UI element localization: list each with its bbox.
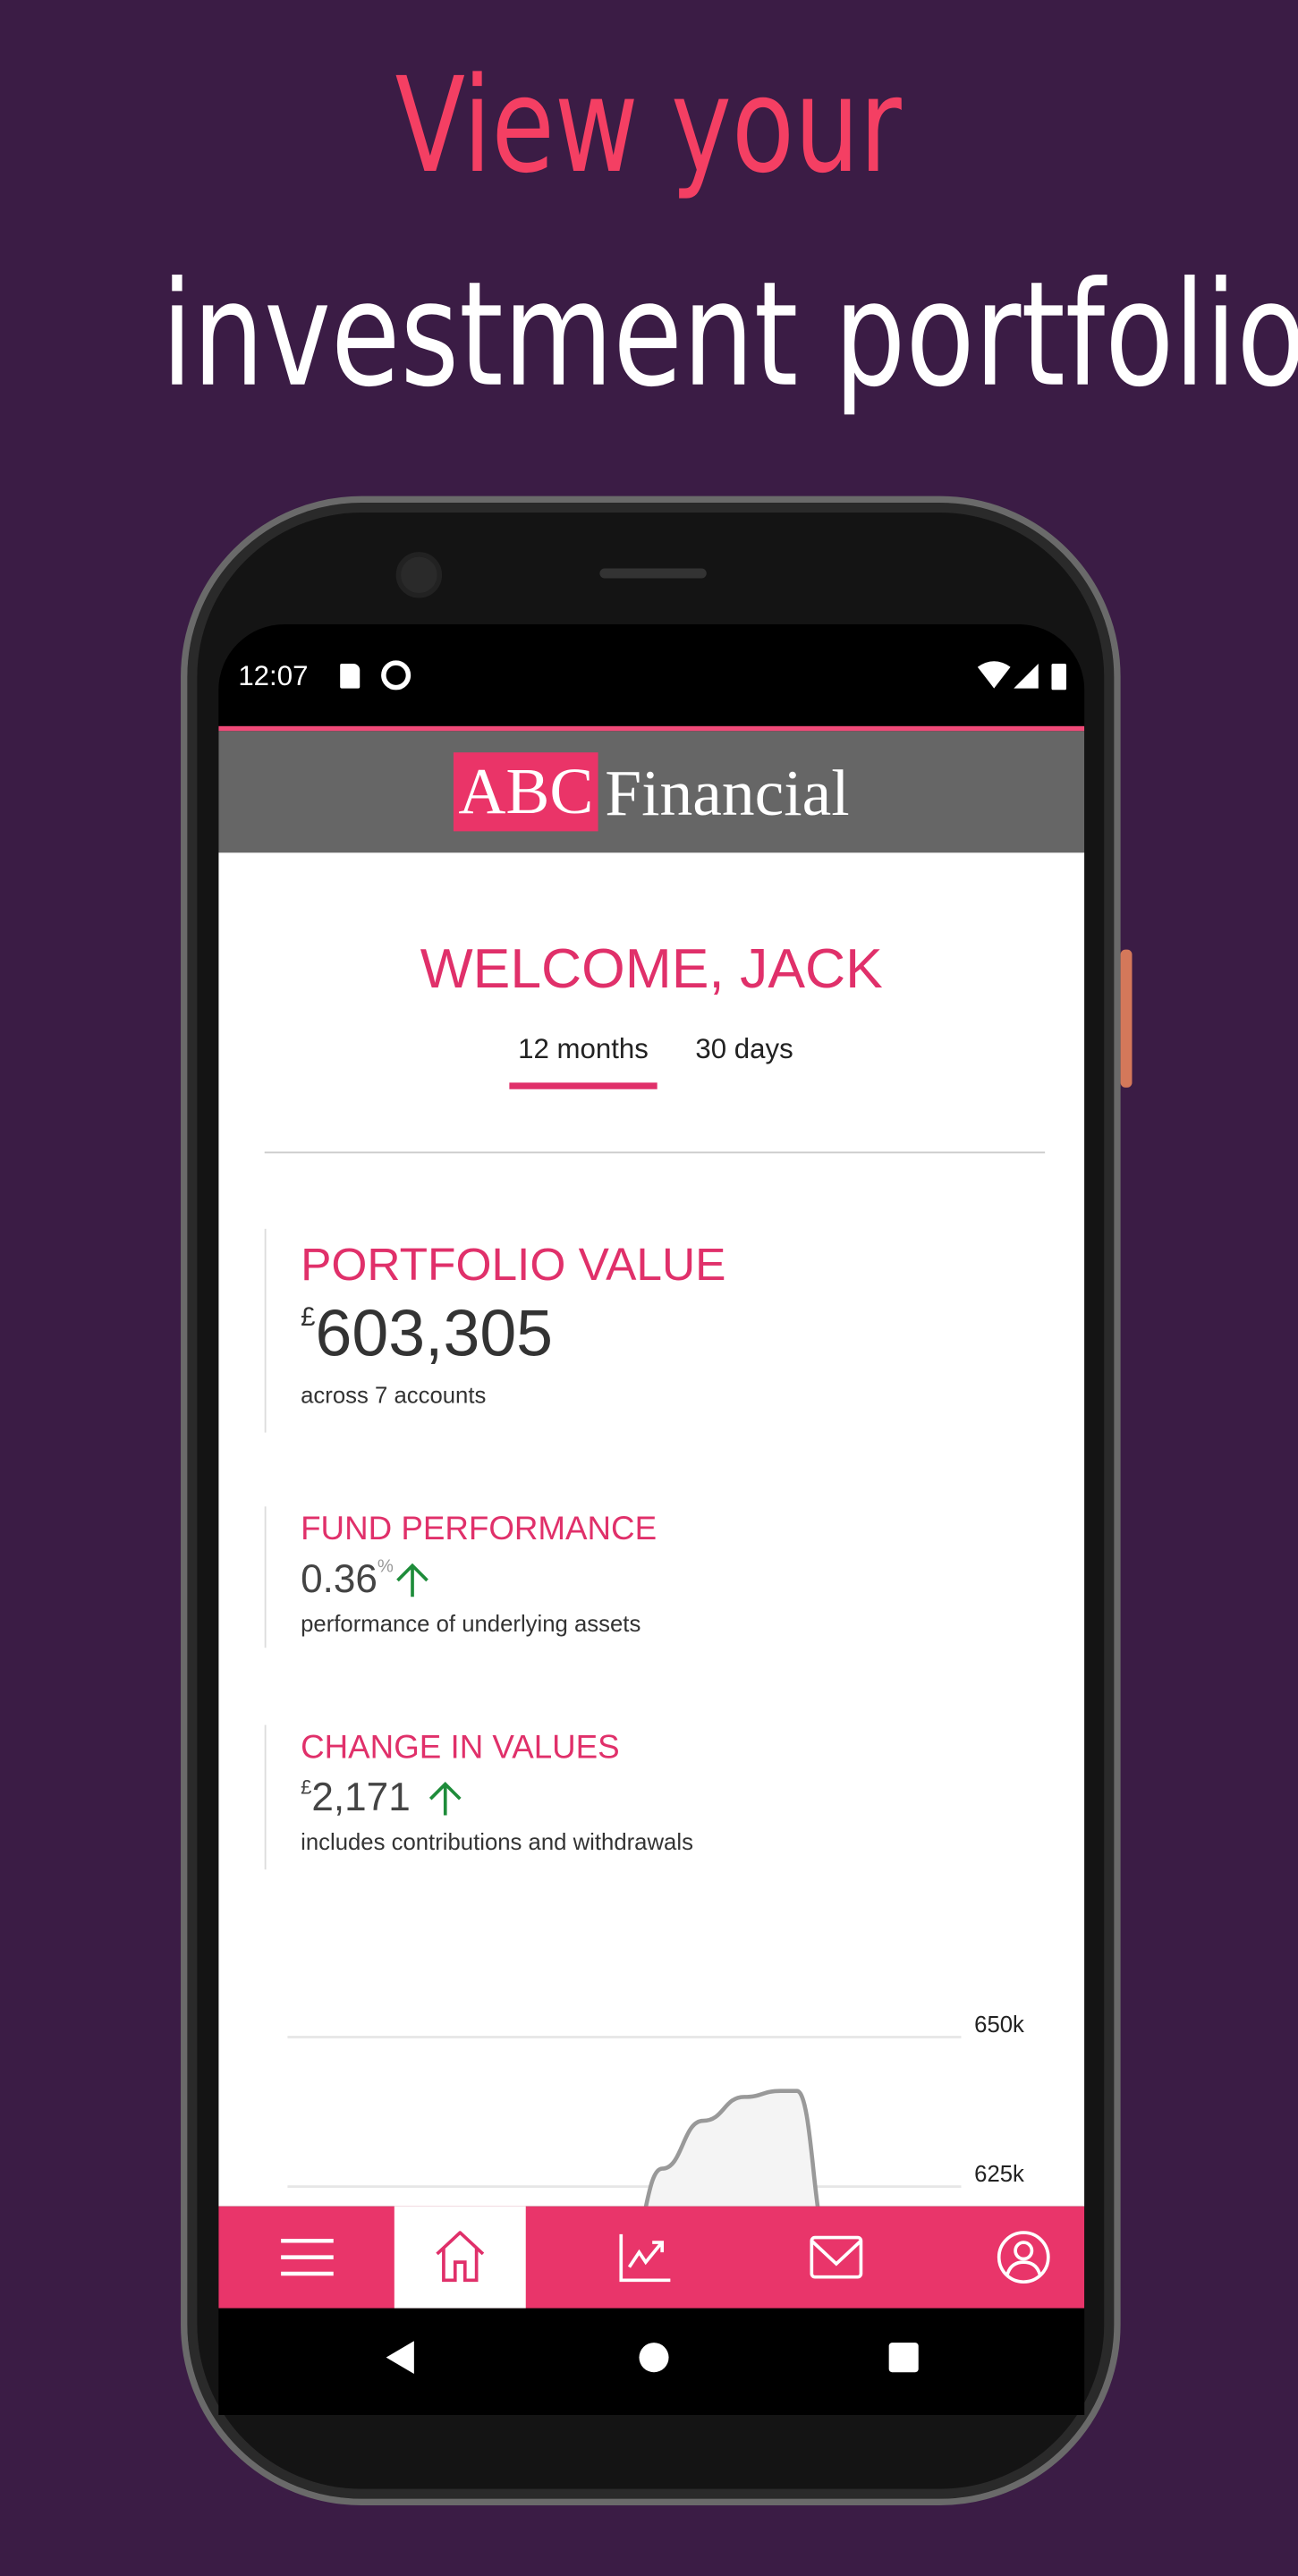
back-button <box>386 2341 414 2375</box>
tab-12-months[interactable]: 12 months <box>509 1033 657 1089</box>
speaker <box>599 568 707 579</box>
nav-home[interactable] <box>394 2206 526 2309</box>
home-icon <box>436 2231 485 2283</box>
currency: £ <box>301 1775 312 1800</box>
screen: 12:07 ABC Financial WELCOME, JACK 12 mon… <box>218 623 1085 2415</box>
card-title: PORTFOLIO VALUE <box>301 1238 726 1290</box>
value: 2,171 <box>311 1775 411 1821</box>
value: 0.36 <box>301 1557 378 1602</box>
status-icons <box>977 661 1067 691</box>
arrow-up-icon <box>395 1563 428 1597</box>
card-value: 0.36% <box>301 1557 657 1603</box>
currency: £ <box>301 1304 316 1333</box>
y-tick-label: 625k <box>974 2162 1024 2187</box>
headline-line2: investment portfolio <box>161 250 1298 419</box>
y-tick-label: 650k <box>974 2012 1024 2038</box>
system-nav <box>386 2341 919 2375</box>
content: WELCOME, JACK 12 months 30 days PORTFOLI… <box>218 852 1085 2207</box>
card-subtitle: performance of underlying assets <box>301 1609 641 1637</box>
fund-performance-card: FUND PERFORMANCE 0.36% performance of un… <box>264 1506 657 1648</box>
battery-icon <box>1051 664 1067 691</box>
camera-icon <box>395 552 443 598</box>
recents-button <box>888 2343 919 2373</box>
tab-30-days[interactable]: 30 days <box>679 1033 810 1066</box>
sd-card-icon <box>340 664 361 689</box>
portfolio-chart: 650k 625k <box>287 2012 1024 2207</box>
chart-icon <box>619 2233 671 2283</box>
power-button <box>1120 949 1133 1088</box>
value: 603,305 <box>315 1297 554 1370</box>
headline-line1: View your <box>395 49 903 202</box>
nav-menu[interactable] <box>218 2207 394 2309</box>
home-button <box>639 2343 669 2373</box>
signal-icon <box>1014 664 1039 689</box>
status-time: 12:07 <box>238 660 309 692</box>
card-value: £603,305 <box>301 1298 725 1372</box>
logo-text: Financial <box>605 754 850 829</box>
card-subtitle: across 7 accounts <box>301 1381 487 1409</box>
unit: % <box>377 1557 394 1578</box>
welcome-title: WELCOME, JACK <box>420 937 883 1001</box>
app-header: ABC Financial <box>218 731 1085 853</box>
wifi-icon <box>977 661 1011 689</box>
logo-mark: ABC <box>453 752 598 832</box>
card-title: FUND PERFORMANCE <box>301 1511 657 1548</box>
change-in-values-card: CHANGE IN VALUES £2,171 includes contrib… <box>264 1724 693 1870</box>
arrow-up-icon <box>428 1782 462 1816</box>
area-fill <box>646 2090 818 2207</box>
nav-profile[interactable] <box>958 2207 1084 2309</box>
portfolio-value-card: PORTFOLIO VALUE £603,305 across 7 accoun… <box>264 1228 726 1433</box>
logo: ABC Financial <box>453 752 850 832</box>
menu-icon <box>280 2238 333 2276</box>
card-subtitle: includes contributions and withdrawals <box>301 1828 693 1855</box>
divider <box>264 1151 1046 1154</box>
card-title: CHANGE IN VALUES <box>301 1730 620 1767</box>
mail-icon <box>810 2235 863 2279</box>
nav-messages[interactable] <box>770 2207 902 2309</box>
vpn-icon <box>381 660 411 691</box>
profile-icon <box>997 2231 1050 2284</box>
nav-performance[interactable] <box>580 2207 711 2309</box>
card-value: £2,171 <box>301 1775 693 1821</box>
